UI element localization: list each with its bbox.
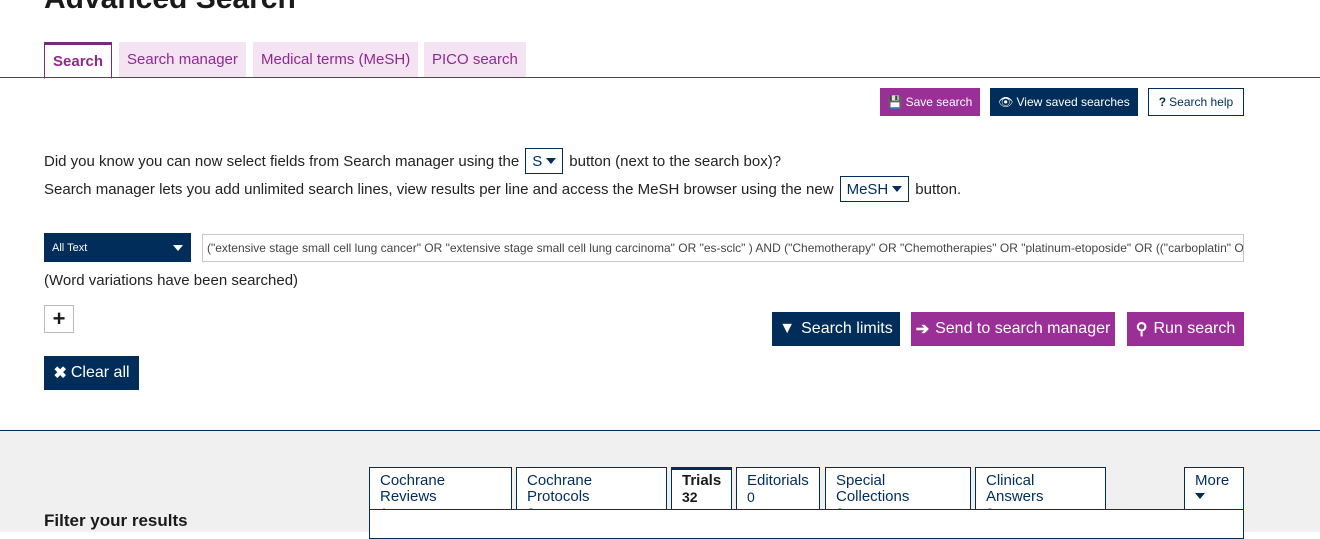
results-tab-count: 32 — [682, 489, 698, 505]
search-field-value: All Text — [52, 241, 88, 254]
tabs-divider — [0, 77, 1320, 78]
save-search-label: Save search — [905, 95, 973, 109]
caret-down-icon — [546, 158, 557, 164]
search-help-label: Search help — [1169, 95, 1234, 109]
info-text: Did you know you can now select fields f… — [44, 152, 520, 170]
close-icon: ✖ — [53, 365, 67, 382]
info-text: Search manager lets you add unlimited se… — [44, 180, 834, 198]
mesh-button-label: MeSH — [846, 180, 889, 198]
view-saved-searches-button[interactable]: 👁 View saved searches — [990, 88, 1138, 116]
caret-down-icon — [173, 244, 183, 251]
info-line-1: Did you know you can now select fields f… — [44, 148, 781, 174]
send-to-search-manager-button[interactable]: ➔ Send to search manager — [911, 312, 1115, 346]
filter-results-title: Filter your results — [44, 511, 188, 530]
add-search-line-button[interactable]: + — [44, 305, 74, 333]
results-tab-trials[interactable]: Trials 32 — [671, 467, 732, 510]
save-search-button[interactable]: 💾 Save search — [880, 88, 980, 116]
fields-button-label: S — [532, 152, 543, 170]
results-tab-cochrane-protocols[interactable]: Cochrane Protocols 2 — [516, 467, 667, 521]
results-tab-more[interactable]: More — [1184, 467, 1244, 509]
info-line-2: Search manager lets you add unlimited se… — [44, 176, 961, 202]
eye-icon: 👁 — [998, 95, 1014, 109]
send-to-manager-label: Send to search manager — [935, 320, 1111, 337]
word-variations-note: (Word variations have been searched) — [44, 272, 299, 289]
clear-all-label: Clear all — [70, 364, 130, 381]
results-tab-label: Cochrane Reviews — [380, 472, 446, 505]
run-search-button[interactable]: ⚲ Run search — [1127, 312, 1244, 346]
mesh-button-example: MeSH — [839, 176, 910, 202]
info-text: button. — [915, 180, 962, 198]
run-search-label: Run search — [1153, 320, 1236, 337]
view-saved-label: View saved searches — [1016, 95, 1130, 109]
results-tab-label: Special Collections — [836, 472, 910, 505]
tab-search[interactable]: Search — [44, 42, 113, 79]
plus-icon: + — [52, 306, 66, 331]
results-panel — [369, 509, 1244, 539]
tab-label: PICO search — [432, 51, 518, 68]
tab-pico-search[interactable]: PICO search — [424, 42, 526, 77]
results-tab-special-collections[interactable]: Special Collections 0 — [825, 467, 971, 521]
results-tab-clinical-answers[interactable]: Clinical Answers 0 — [975, 467, 1106, 521]
tab-label: Medical terms (MeSH) — [261, 51, 411, 68]
arrow-right-icon: ➔ — [915, 321, 930, 338]
caret-down-icon — [1195, 493, 1205, 499]
results-tab-label: Clinical Answers — [986, 472, 1044, 505]
search-limits-button[interactable]: ▼ Search limits — [772, 312, 900, 346]
search-field-select[interactable]: All Text — [44, 233, 191, 262]
clear-all-button[interactable]: ✖ Clear all — [44, 356, 139, 390]
fields-button-example: S — [525, 148, 564, 174]
results-tab-label: Cochrane Protocols — [527, 472, 593, 505]
results-tab-label: More — [1195, 472, 1230, 489]
results-tab-cochrane-reviews[interactable]: Cochrane Reviews 1 — [369, 467, 512, 521]
page-title: Advanced Search — [44, 0, 296, 16]
tab-label: Search — [53, 53, 104, 70]
results-tab-count: 0 — [747, 489, 755, 505]
results-tab-label: Editorials — [747, 472, 809, 489]
search-icon: ⚲ — [1135, 321, 1148, 338]
tab-label: Search manager — [127, 51, 238, 68]
floppy-disk-icon: 💾 — [887, 95, 903, 109]
search-query-input[interactable]: ("extensive stage small cell lung cancer… — [202, 234, 1244, 262]
tab-search-manager[interactable]: Search manager — [119, 42, 246, 77]
tab-medical-terms[interactable]: Medical terms (MeSH) — [253, 42, 419, 77]
search-limits-label: Search limits — [801, 320, 893, 337]
results-tab-editorials[interactable]: Editorials 0 — [736, 467, 820, 509]
filter-icon: ▼ — [779, 320, 796, 337]
results-tab-label: Trials — [682, 472, 722, 489]
caret-down-icon — [892, 186, 903, 192]
info-text: button (next to the search box)? — [569, 152, 782, 170]
question-icon: ? — [1158, 95, 1167, 109]
search-help-button[interactable]: ? Search help — [1148, 88, 1244, 116]
